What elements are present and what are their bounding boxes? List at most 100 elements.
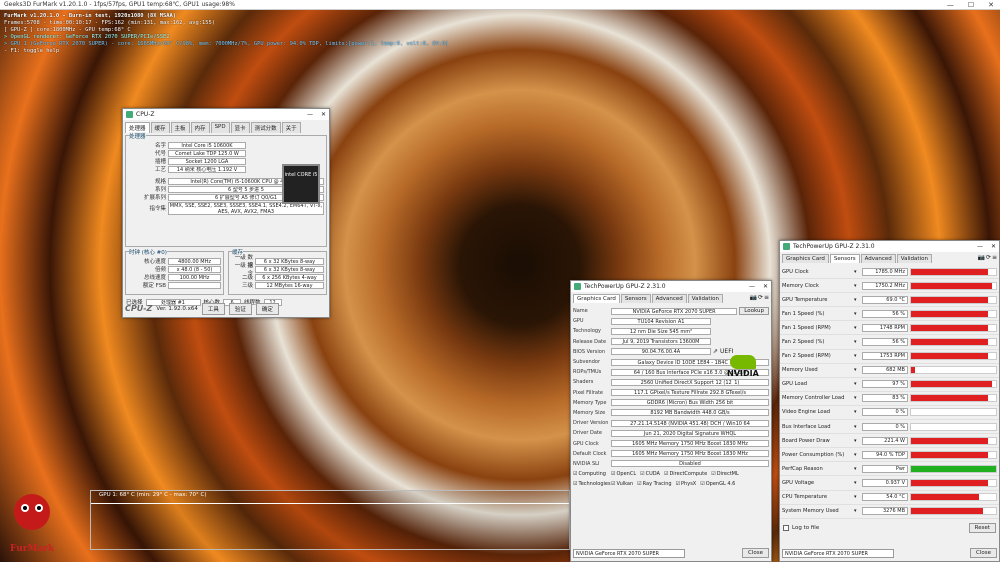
chevron-down-icon[interactable]: ▾ [854, 409, 860, 415]
sensor-value: 0.937 V [862, 478, 908, 487]
temperature-graph: GPU 1: 68° C (min: 29° C - max: 70° C) [90, 490, 570, 550]
cpuz-footer: CPU-Z Ver. 1.92.0.x64 工具 验证 确定 [125, 302, 327, 315]
cpuz-tab-bench[interactable]: 测试分数 [250, 122, 281, 133]
chevron-down-icon[interactable]: ▾ [854, 452, 860, 458]
chevron-down-icon[interactable]: ▾ [854, 297, 860, 303]
cpuz-tab-memory[interactable]: 内存 [190, 122, 210, 133]
menu-icon[interactable]: ≡ [764, 294, 769, 303]
sensor-graph-fill [911, 268, 988, 275]
gpuz-tab-sensors[interactable]: Sensors [620, 294, 651, 303]
nvidia-logo: NVIDIA [721, 355, 765, 385]
chevron-down-icon[interactable]: ▾ [854, 381, 860, 387]
cpuz-brand: CPU-Z [125, 304, 153, 313]
chevron-down-icon[interactable]: ▾ [854, 494, 860, 500]
chevron-down-icon[interactable]: ▾ [854, 367, 860, 373]
chevron-down-icon[interactable]: ▾ [854, 269, 860, 275]
sensors-tab-validation[interactable]: Validation [896, 254, 932, 263]
chevron-down-icon[interactable]: ▾ [854, 480, 860, 486]
sensor-value: 1748 RPM [862, 323, 908, 332]
gpuz-row: Memory Size 8192 MB Bandwidth 448.0 GB/s [571, 408, 771, 418]
hud-line-5: > GPU 1 (GeForce RTX 2070 SUPER) - core:… [4, 41, 449, 47]
gpuz-tab-graphics-card[interactable]: Graphics Card [573, 294, 620, 303]
cpuz-cache-group: 缓存 一级 数据 6 x 32 KBytes 8-way 一级 指令 6 x 32 … [228, 248, 327, 295]
sensors-gpu-select[interactable]: NVIDIA GeForce RTX 2070 SUPER [782, 548, 894, 558]
sensor-graph [910, 507, 997, 516]
sensor-row: Board Power Draw ▾ 221.4 W [780, 434, 999, 449]
sensor-name: Fan 2 Speed (RPM) [782, 353, 831, 360]
sensor-name: Fan 1 Speed (%) [782, 310, 825, 317]
sensor-graph [910, 422, 997, 431]
cpuz-tab-cache[interactable]: 缓存 [150, 122, 170, 133]
sensor-graph-fill [911, 353, 988, 360]
cpuz-tab-graphics[interactable]: 显卡 [230, 122, 250, 133]
chevron-down-icon[interactable]: ▾ [854, 325, 860, 331]
cpuz-tools-button[interactable]: 工具 [201, 302, 225, 315]
gpuz-tab-advanced[interactable]: Advanced [651, 294, 687, 303]
chevron-down-icon[interactable]: ▾ [854, 466, 860, 472]
sensor-graph [910, 309, 997, 318]
menu-icon[interactable]: ≡ [992, 254, 997, 263]
sensors-close-button[interactable]: ✕ [991, 243, 996, 250]
refresh-icon[interactable]: ⟳ [986, 254, 991, 263]
share-icon[interactable]: ⇗ [713, 348, 718, 355]
chevron-down-icon[interactable]: ▾ [854, 424, 860, 430]
log-checkbox[interactable] [783, 524, 789, 531]
sensor-row: Fan 1 Speed (RPM) ▾ 1748 RPM [780, 321, 999, 336]
gpuz-window: TechPowerUp GPU-Z 2.31.0 — ✕ Graphics Car… [570, 280, 772, 562]
sensors-close-btn[interactable]: Close [970, 548, 997, 558]
sensor-graph [910, 493, 997, 502]
gpuz-close-button[interactable]: ✕ [763, 283, 768, 290]
gpuz-tab-validation[interactable]: Validation [687, 294, 723, 303]
gpuz-gpu-select[interactable]: NVIDIA GeForce RTX 2070 SUPER [573, 548, 685, 558]
sensor-name: CPU Temperature [782, 494, 828, 501]
camera-icon[interactable]: 📷 [749, 294, 756, 303]
close-button[interactable]: ✕ [988, 1, 994, 9]
gpuz-minimize-button[interactable]: — [749, 283, 755, 290]
opengl-check: OpenGL 4.6 [700, 481, 736, 487]
reset-button[interactable]: Reset [968, 522, 996, 533]
chevron-down-icon[interactable]: ▾ [854, 508, 860, 514]
sensor-value: 83 % [862, 394, 908, 403]
camera-icon[interactable]: 📷 [977, 254, 984, 263]
chevron-down-icon[interactable]: ▾ [854, 353, 860, 359]
sensor-row: Memory Controller Load ▾ 83 % [780, 392, 999, 406]
sensors-tab-graphics-card[interactable]: Graphics Card [782, 254, 829, 263]
cpuz-minimize-button[interactable]: — [307, 111, 313, 118]
sensor-value: 56 % [862, 309, 908, 318]
cpuz-ok-button[interactable]: 确定 [255, 302, 279, 315]
refresh-icon[interactable]: ⟳ [758, 294, 763, 303]
sensor-value: 69.0 °C [862, 295, 908, 304]
cpuz-validate-button[interactable]: 验证 [228, 302, 252, 315]
gpuz-sensors-window: TechPowerUp GPU-Z 2.31.0 — ✕ Graphics Car… [779, 240, 1000, 562]
sensor-graph-fill [911, 310, 988, 317]
sensors-tab-advanced[interactable]: Advanced [860, 254, 896, 263]
chevron-down-icon[interactable]: ▾ [854, 283, 860, 289]
cpuz-window: CPU-Z — ✕ 处理器 缓存 主板 内存 SPD 显卡 测试分数 关于 处理器… [122, 108, 330, 318]
minimize-button[interactable]: — [947, 1, 954, 9]
maximize-button[interactable]: ☐ [968, 1, 974, 9]
chevron-down-icon[interactable]: ▾ [854, 339, 860, 345]
gpuz-row: GPU TU104 Revision A1 [571, 316, 771, 326]
fur-monster-icon [14, 494, 50, 530]
cpuz-tab-mainboard[interactable]: 主板 [170, 122, 190, 133]
cpuz-tab-about[interactable]: 关于 [281, 122, 301, 133]
sensors-minimize-button[interactable]: — [977, 243, 983, 250]
gpuz-close-btn[interactable]: Close [742, 548, 769, 558]
sensor-graph-fill [911, 324, 988, 331]
sensor-value: 56 % [862, 338, 908, 347]
sensors-tab-sensors[interactable]: Sensors [829, 254, 860, 263]
chevron-down-icon[interactable]: ▾ [854, 395, 860, 401]
gpuz-app-icon [574, 283, 581, 290]
sensor-row: Bus Interface Load ▾ 0 % [780, 420, 999, 435]
sensor-graph [910, 366, 997, 375]
sensor-graph [910, 352, 997, 361]
lookup-button[interactable]: Lookup [739, 307, 769, 316]
chevron-down-icon[interactable]: ▾ [854, 311, 860, 317]
cpuz-tab-spd[interactable]: SPD [210, 122, 230, 133]
hud-line-6: - F1: toggle help [4, 48, 60, 54]
sensor-value: 1785.0 MHz [862, 267, 908, 276]
hud-line-4: > OpenGL renderer: GeForce RTX 2070 SUPE… [4, 34, 170, 40]
sensor-value: 1750.2 MHz [862, 281, 908, 290]
chevron-down-icon[interactable]: ▾ [854, 438, 860, 444]
cpuz-close-button[interactable]: ✕ [321, 111, 326, 118]
